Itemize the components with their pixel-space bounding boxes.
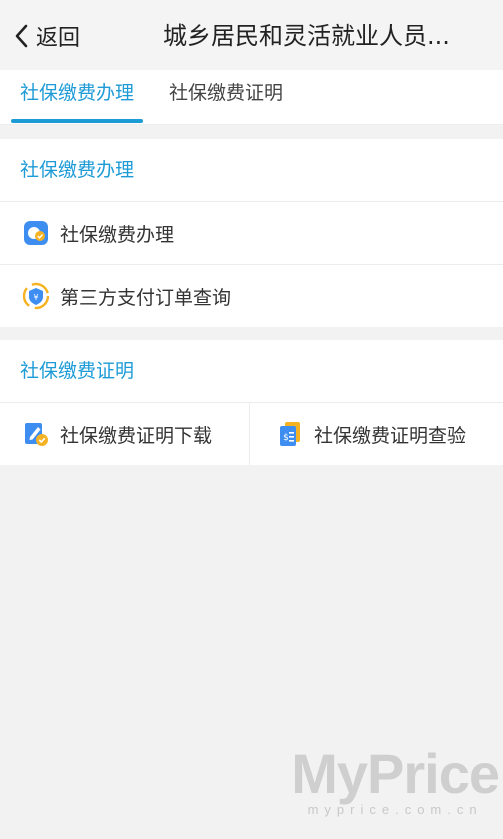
tab-bar: 社保缴费办理 社保缴费证明 bbox=[0, 70, 503, 125]
list-item-label: 社保缴费办理 bbox=[60, 223, 175, 246]
svg-text:$: $ bbox=[283, 433, 289, 443]
certificate-grid: 社保缴费证明下载 $ 社保缴费证明查验 bbox=[0, 403, 503, 465]
certificate-verify-label: 社保缴费证明查验 bbox=[314, 424, 467, 447]
page-title: 城乡居民和灵活就业人员... bbox=[163, 22, 450, 50]
payment-section: 社保缴费办理 社保缴费办理 ¥ 第三方支付订单查询 bbox=[0, 139, 503, 327]
app-header: 返回 城乡居民和灵活就业人员... bbox=[0, 0, 503, 70]
certificate-verify-icon: $ bbox=[280, 422, 300, 446]
watermark-brand: MyPrice bbox=[291, 742, 500, 805]
certificate-verify-button[interactable]: $ 社保缴费证明查验 bbox=[249, 403, 503, 465]
payment-app-icon bbox=[24, 221, 48, 245]
certificate-download-icon bbox=[25, 423, 48, 446]
watermark-site: myprice.com.cn bbox=[307, 802, 483, 817]
list-item-third-party-order[interactable]: ¥ 第三方支付订单查询 bbox=[0, 265, 503, 327]
active-tab-indicator bbox=[11, 119, 143, 123]
certificate-section-title: 社保缴费证明 bbox=[0, 340, 503, 403]
watermark: MyPrice myprice.com.cn bbox=[291, 742, 500, 818]
certificate-download-label: 社保缴费证明下载 bbox=[60, 424, 213, 447]
back-label: 返回 bbox=[36, 26, 81, 51]
chevron-left-icon bbox=[15, 24, 28, 48]
tab-payment[interactable]: 社保缴费办理 bbox=[11, 70, 143, 124]
back-button[interactable]: 返回 bbox=[14, 18, 80, 54]
list-item-label: 第三方支付订单查询 bbox=[60, 286, 232, 309]
certificate-download-button[interactable]: 社保缴费证明下载 bbox=[0, 403, 249, 465]
tab-certificate[interactable]: 社保缴费证明 bbox=[160, 70, 292, 124]
list-item-payment[interactable]: 社保缴费办理 bbox=[0, 202, 503, 265]
certificate-section: 社保缴费证明 社保缴费证明下载 $ 社保缴费证明查验 bbox=[0, 340, 503, 465]
third-party-payment-icon: ¥ bbox=[22, 282, 50, 310]
svg-text:¥: ¥ bbox=[33, 293, 38, 302]
payment-section-title: 社保缴费办理 bbox=[0, 139, 503, 202]
